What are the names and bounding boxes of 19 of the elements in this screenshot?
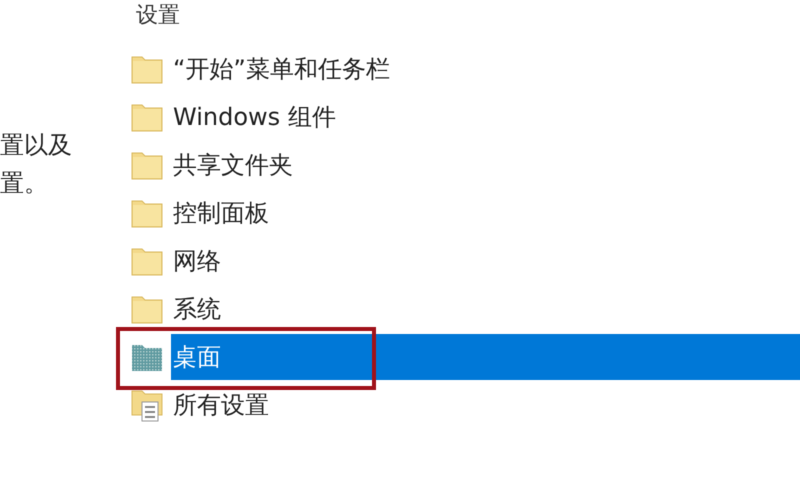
folder-icon	[131, 150, 163, 180]
tree-item[interactable]: 桌面	[171, 334, 800, 380]
tree-item[interactable]: 系统	[171, 286, 800, 332]
tree-item[interactable]: 所有设置	[171, 382, 800, 428]
folder-icon	[131, 294, 163, 324]
folder-icon	[131, 102, 163, 132]
folder-icon	[131, 198, 163, 228]
column-header: 设置	[136, 2, 180, 30]
folder-icon	[131, 54, 163, 84]
tree-item[interactable]: “开始”菜单和任务栏	[171, 46, 800, 92]
tree-item[interactable]: 共享文件夹	[171, 142, 800, 188]
folder-icon	[131, 342, 163, 372]
folder-icon	[131, 246, 163, 276]
settings-folder-icon	[131, 388, 163, 422]
tree-item[interactable]: Windows 组件	[171, 94, 800, 140]
description-text: 置以及	[0, 130, 73, 161]
description-text: 置。	[0, 168, 49, 199]
tree-item[interactable]: 控制面板	[171, 190, 800, 236]
tree-item[interactable]: 网络	[171, 238, 800, 284]
